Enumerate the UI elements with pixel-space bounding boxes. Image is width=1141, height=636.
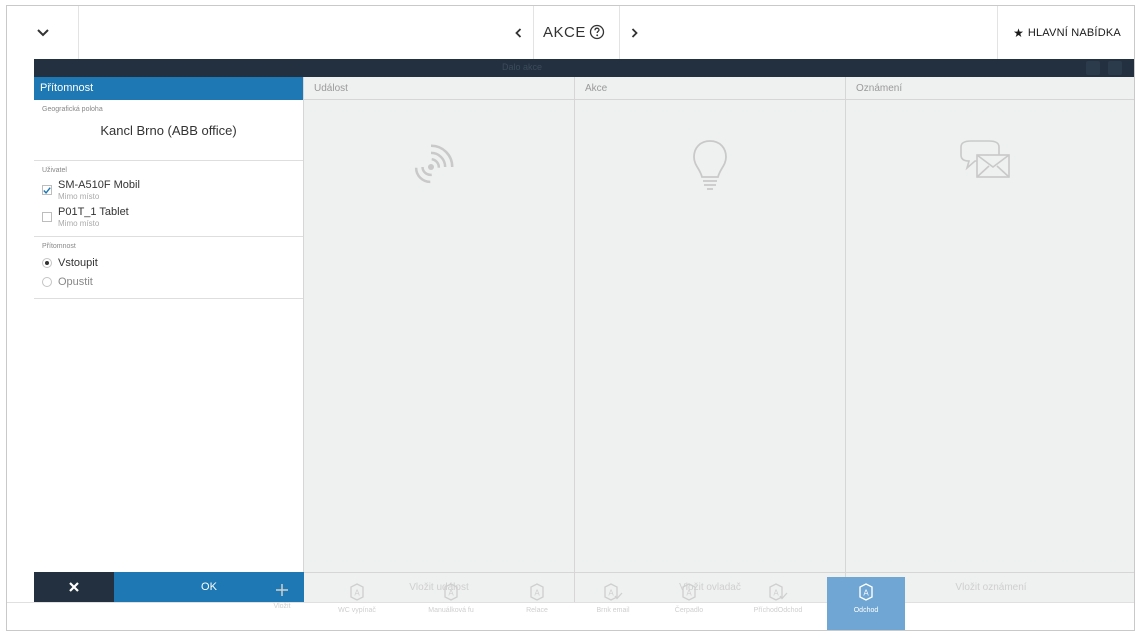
toolbar-item-label: Relace xyxy=(526,607,548,614)
section-title: Přítomnost xyxy=(42,243,76,250)
toolbar-item-label: Manuálková fu xyxy=(428,607,474,614)
location-section: Geografická poloha Kancl Brno (ABB offic… xyxy=(34,100,303,161)
strip-control-icon[interactable] xyxy=(1108,61,1122,75)
presence-panel: Přítomnost Geografická poloha Kancl Brno… xyxy=(34,77,304,572)
chevron-down-icon xyxy=(36,28,49,36)
radio-button[interactable] xyxy=(42,258,52,268)
checkbox[interactable] xyxy=(42,185,52,195)
toolbar-item[interactable]: A Relace xyxy=(497,577,577,630)
a-check-icon: A xyxy=(604,583,623,601)
a-icon: A xyxy=(350,583,364,601)
help-button[interactable] xyxy=(587,22,607,42)
users-section: Uživatel SM-A510F Mobil Mimo místo P01T_… xyxy=(34,161,303,237)
lightbulb-icon xyxy=(693,140,727,190)
close-icon xyxy=(69,582,79,592)
toolbar-item-label: Vložit xyxy=(273,603,291,610)
checkbox[interactable] xyxy=(42,212,52,222)
column-header: Akce xyxy=(575,77,845,100)
chevron-right-icon xyxy=(631,27,638,38)
a-icon: A xyxy=(530,583,544,601)
checkmark-icon xyxy=(43,186,51,194)
radio-label: Vstoupit xyxy=(58,257,98,269)
user-item[interactable]: P01T_1 Tablet Mimo místo xyxy=(42,206,295,228)
a-icon: A xyxy=(859,583,873,601)
a-icon: A xyxy=(444,583,458,601)
user-name: P01T_1 Tablet xyxy=(58,206,129,218)
help-icon xyxy=(589,24,605,40)
panel-header: Přítomnost xyxy=(34,77,303,100)
user-item[interactable]: SM-A510F Mobil Mimo místo xyxy=(42,179,295,201)
toolbar-item[interactable]: A Manuálková fu xyxy=(411,577,491,630)
previous-button[interactable] xyxy=(504,6,534,59)
section-title: Uživatel xyxy=(42,167,67,174)
cancel-button[interactable] xyxy=(34,572,114,602)
action-column: Akce Vložit ovladač xyxy=(575,77,846,602)
main-menu-label: HLAVNÍ NABÍDKA xyxy=(1027,26,1121,39)
page-title: AKCE xyxy=(543,24,586,41)
svg-text:A: A xyxy=(534,589,540,598)
a-check-icon: A xyxy=(769,583,788,601)
presence-section: Přítomnost Vstoupit Opustit xyxy=(34,237,303,299)
header-strip-text: Dalo akce xyxy=(502,62,543,72)
svg-text:A: A xyxy=(863,589,869,598)
top-bar: AKCE ★ HLAVNÍ NABÍDKA xyxy=(7,6,1134,59)
app-window: AKCE ★ HLAVNÍ NABÍDKA Dalo akce Přítomno… xyxy=(6,5,1135,631)
toolbar-item-label: WC vypínač xyxy=(338,607,376,614)
event-column: Událost Vložit událost xyxy=(304,77,575,602)
notification-column: Oznámení Vložit oznámení xyxy=(846,77,1134,602)
signal-icon xyxy=(414,144,454,184)
user-status: Mimo místo xyxy=(58,219,100,228)
bottom-toolbar: Vložit A WC vypínač A Manuálková fu A Re… xyxy=(7,577,1134,630)
radio-label: Opustit xyxy=(58,276,93,288)
toolbar-item-label: Čerpadlo xyxy=(674,607,704,614)
section-title: Geografická poloha xyxy=(42,106,103,113)
toolbar-item-label: Brnk email xyxy=(596,607,630,614)
plus-icon xyxy=(276,584,288,596)
toolbar-item[interactable]: A Brnk email xyxy=(573,577,653,630)
location-value[interactable]: Kancl Brno (ABB office) xyxy=(42,123,295,138)
svg-text:A: A xyxy=(354,589,360,598)
toolbar-item-label: Odchod xyxy=(853,607,879,614)
header-strip: Dalo akce xyxy=(34,59,1134,77)
svg-text:A: A xyxy=(686,589,692,598)
star-icon: ★ xyxy=(1013,25,1024,40)
toolbar-item[interactable]: A WC vypínač xyxy=(317,577,397,630)
svg-text:A: A xyxy=(773,589,779,598)
user-status: Mimo místo xyxy=(58,192,100,201)
main-menu-button[interactable]: ★ HLAVNÍ NABÍDKA xyxy=(997,6,1134,59)
toolbar-item-active[interactable]: A Odchod xyxy=(827,577,905,630)
strip-control-icon[interactable] xyxy=(1086,61,1100,75)
svg-text:A: A xyxy=(608,589,614,598)
toolbar-item[interactable]: A PříchodOdchod xyxy=(735,577,821,630)
message-icon xyxy=(960,140,1010,178)
menu-toggle-button[interactable] xyxy=(7,6,79,59)
chevron-left-icon xyxy=(515,27,522,38)
column-header: Oznámení xyxy=(846,77,1134,100)
radio-button[interactable] xyxy=(42,277,52,287)
toolbar-item[interactable]: A Čerpadlo xyxy=(649,577,729,630)
next-button[interactable] xyxy=(619,6,649,59)
a-icon: A xyxy=(682,583,696,601)
column-header: Událost xyxy=(304,77,574,100)
radio-leave[interactable]: Opustit xyxy=(42,276,295,288)
svg-text:A: A xyxy=(448,589,454,598)
toolbar-item-insert[interactable]: Vložit xyxy=(247,577,317,630)
user-name: SM-A510F Mobil xyxy=(58,179,140,191)
radio-enter[interactable]: Vstoupit xyxy=(42,257,295,269)
toolbar-item-label: PříchodOdchod xyxy=(753,607,803,614)
